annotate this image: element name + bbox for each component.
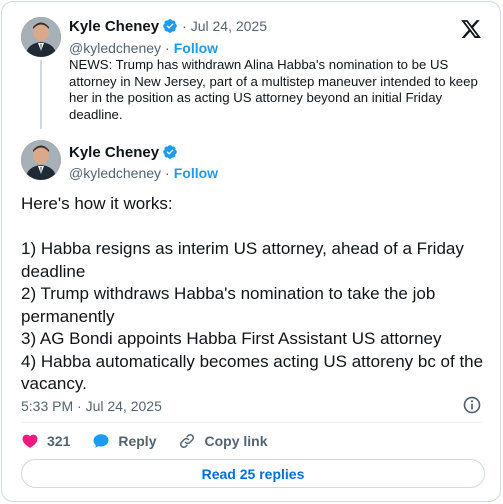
quoted-date-separator: · — [182, 18, 187, 34]
thread-connector-line — [40, 60, 42, 129]
info-icon[interactable] — [462, 395, 482, 415]
quoted-tweet-text: NEWS: Trump has withdrawn Alina Habba's … — [69, 57, 478, 122]
quoted-follow-button[interactable]: Follow — [174, 40, 218, 56]
copy-link-button[interactable]: Copy link — [178, 432, 268, 450]
like-count: 321 — [47, 433, 71, 449]
author-handle-row: @kyledcheney · Follow — [69, 164, 218, 182]
author-row: Kyle Cheney — [69, 142, 178, 162]
verified-badge-icon — [162, 144, 178, 160]
heart-icon — [22, 434, 38, 448]
author-handle[interactable]: @kyledcheney — [69, 165, 161, 181]
action-bar: 321 Reply Copy link — [21, 430, 290, 452]
quoted-handle-row: @kyledcheney · Follow — [69, 39, 218, 57]
reply-bubble-icon — [93, 434, 109, 448]
link-icon — [180, 434, 195, 448]
quoted-handle[interactable]: @kyledcheney — [69, 40, 161, 56]
quoted-date[interactable]: Jul 24, 2025 — [191, 18, 267, 34]
read-replies-button[interactable]: Read 25 replies — [21, 459, 485, 488]
handle-separator: · — [165, 165, 170, 181]
tweet-card: Kyle Cheney · Jul 24, 2025 @kyledcheney … — [1, 1, 501, 502]
follow-button[interactable]: Follow — [174, 165, 218, 181]
tweet-timestamp[interactable]: 5:33 PM · Jul 24, 2025 — [21, 398, 162, 414]
handle-separator: · — [165, 40, 170, 56]
reply-button[interactable]: Reply — [92, 432, 156, 450]
author-name[interactable]: Kyle Cheney — [69, 144, 159, 161]
tweet-text: Here's how it works: 1) Habba resigns as… — [21, 194, 484, 393]
x-logo-icon[interactable] — [460, 18, 482, 40]
author-avatar[interactable] — [21, 140, 61, 180]
reply-label: Reply — [118, 433, 157, 449]
copy-link-label: Copy link — [204, 433, 268, 449]
quoted-avatar[interactable] — [21, 17, 61, 57]
quoted-author-name[interactable]: Kyle Cheney — [69, 18, 159, 35]
verified-badge-icon — [162, 18, 178, 34]
divider — [21, 422, 482, 423]
quoted-author-row: Kyle Cheney · Jul 24, 2025 — [69, 16, 267, 36]
like-button[interactable]: 321 — [21, 432, 70, 450]
